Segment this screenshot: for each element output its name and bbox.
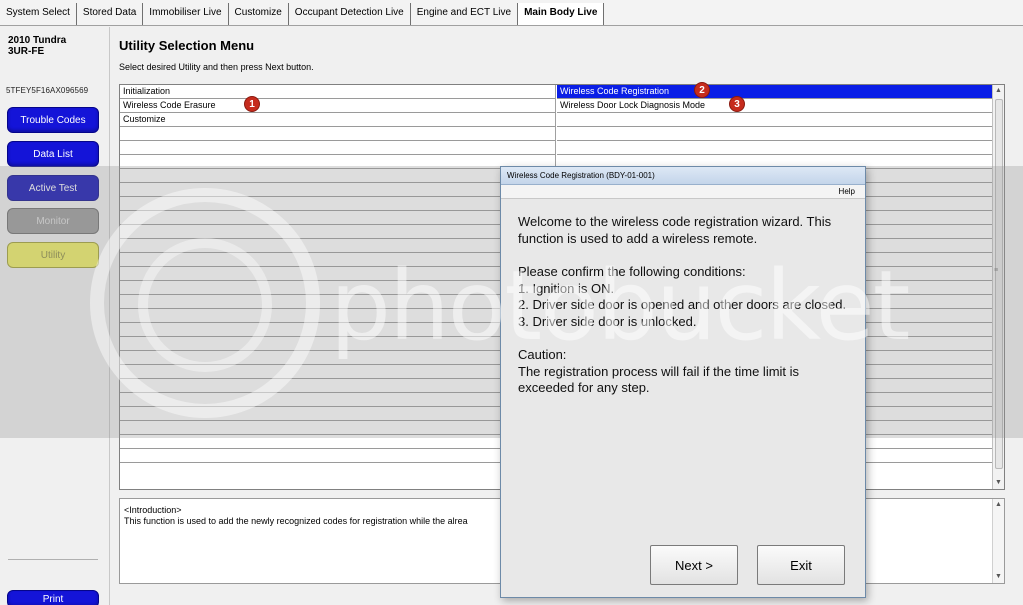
utility-item-wireless-code-erasure[interactable]: Wireless Code Erasure <box>120 99 555 113</box>
empty-cell <box>120 211 555 225</box>
active-test-button[interactable]: Active Test <box>7 175 99 201</box>
dialog-condition-3: 3. Driver side door is unlocked. <box>518 313 697 329</box>
exit-button[interactable]: Exit <box>757 545 845 585</box>
data-list-button[interactable]: Data List <box>7 141 99 167</box>
tab-immobiliser-live[interactable]: Immobiliser Live <box>143 3 229 25</box>
page-subtitle: Select desired Utility and then press Ne… <box>119 62 314 72</box>
intro-scroll-up-icon[interactable]: ▲ <box>993 499 1004 511</box>
empty-cell <box>120 155 555 169</box>
empty-cell <box>120 407 555 421</box>
tab-bar: System Select Stored Data Immobiliser Li… <box>0 0 1023 26</box>
empty-cell <box>120 323 555 337</box>
dialog-welcome-text: Welcome to the wireless code registratio… <box>518 214 832 246</box>
dialog-conditions-intro: Please confirm the following conditions: <box>518 264 746 279</box>
empty-cell <box>120 365 555 379</box>
vehicle-engine: 3UR-FE <box>8 46 45 57</box>
tab-main-body-live[interactable]: Main Body Live <box>518 3 605 25</box>
empty-cell <box>120 267 555 281</box>
tab-occupant-detection-live[interactable]: Occupant Detection Live <box>289 3 411 25</box>
trouble-codes-button[interactable]: Trouble Codes <box>7 107 99 133</box>
vehicle-model: 2010 Tundra <box>8 35 67 46</box>
empty-cell <box>120 281 555 295</box>
callout-marker-3: 3 <box>729 96 745 112</box>
utility-button[interactable]: Utility <box>7 242 99 268</box>
empty-cell <box>120 225 555 239</box>
empty-cell <box>557 127 993 141</box>
empty-cell <box>120 127 555 141</box>
empty-cell <box>120 197 555 211</box>
utility-item-initialization[interactable]: Initialization <box>120 85 555 99</box>
empty-cell <box>557 113 993 127</box>
utility-item-customize[interactable]: Customize <box>120 113 555 127</box>
callout-marker-1: 1 <box>244 96 260 112</box>
dialog-body: Welcome to the wireless code registratio… <box>518 214 854 397</box>
app-window: System Select Stored Data Immobiliser Li… <box>0 0 1023 605</box>
utility-column-left: Initialization Wireless Code Erasure Cus… <box>120 85 556 489</box>
utility-item-wireless-code-registration[interactable]: Wireless Code Registration <box>557 85 993 99</box>
dialog-condition-1: 1. Ignition is ON. <box>518 280 615 296</box>
vehicle-info: 2010 Tundra 3UR-FE <box>8 35 66 57</box>
page-title: Utility Selection Menu <box>119 38 255 53</box>
monitor-button[interactable]: Monitor <box>7 208 99 234</box>
tab-customize[interactable]: Customize <box>229 3 289 25</box>
print-button[interactable]: Print <box>7 590 99 605</box>
dialog-title: Wireless Code Registration (BDY-01-001) <box>501 167 865 185</box>
next-button[interactable]: Next > <box>650 545 738 585</box>
scroll-up-arrow-icon[interactable]: ▲ <box>993 85 1004 97</box>
empty-cell <box>120 351 555 365</box>
empty-cell <box>120 141 555 155</box>
empty-cell <box>120 239 555 253</box>
empty-cell <box>557 141 993 155</box>
intro-scrollbar[interactable]: ▲ ▼ <box>992 499 1004 583</box>
empty-cell <box>120 309 555 323</box>
empty-cell <box>120 449 555 463</box>
dialog-caution-text: The registration process will fail if th… <box>518 363 800 396</box>
empty-cell <box>120 183 555 197</box>
empty-cell <box>120 379 555 393</box>
empty-cell <box>120 435 555 449</box>
vin-number: 5TFEY5F16AX096569 <box>6 86 89 95</box>
dialog-menu-bar: Help <box>501 185 865 199</box>
dialog-condition-2: 2. Driver side door is opened and other … <box>518 297 847 312</box>
tab-engine-ect-live[interactable]: Engine and ECT Live <box>411 3 519 25</box>
empty-cell <box>120 337 555 351</box>
dialog-help-menu[interactable]: Help <box>839 187 855 196</box>
tab-system-select[interactable]: System Select <box>0 3 77 25</box>
empty-cell <box>120 169 555 183</box>
empty-cell <box>120 295 555 309</box>
empty-cell <box>120 393 555 407</box>
empty-cell <box>120 421 555 435</box>
intro-scroll-down-icon[interactable]: ▼ <box>993 571 1004 583</box>
scroll-thumb[interactable] <box>995 99 1003 469</box>
empty-cell <box>120 253 555 267</box>
utility-item-wireless-door-lock-diagnosis[interactable]: Wireless Door Lock Diagnosis Mode <box>557 99 993 113</box>
wireless-code-registration-dialog: Wireless Code Registration (BDY-01-001) … <box>500 166 866 598</box>
callout-marker-2: 2 <box>694 82 710 98</box>
sidebar: 2010 Tundra 3UR-FE 5TFEY5F16AX096569 Tro… <box>0 27 110 605</box>
scroll-grip-icon: ≡ <box>994 267 999 274</box>
tab-bar-filler <box>604 3 1023 25</box>
sidebar-divider <box>8 559 98 560</box>
grid-scrollbar[interactable]: ▲ ≡ ▼ <box>992 85 1004 489</box>
tab-stored-data[interactable]: Stored Data <box>77 3 144 25</box>
scroll-down-arrow-icon[interactable]: ▼ <box>993 477 1004 489</box>
dialog-caution-heading: Caution: <box>518 347 567 362</box>
